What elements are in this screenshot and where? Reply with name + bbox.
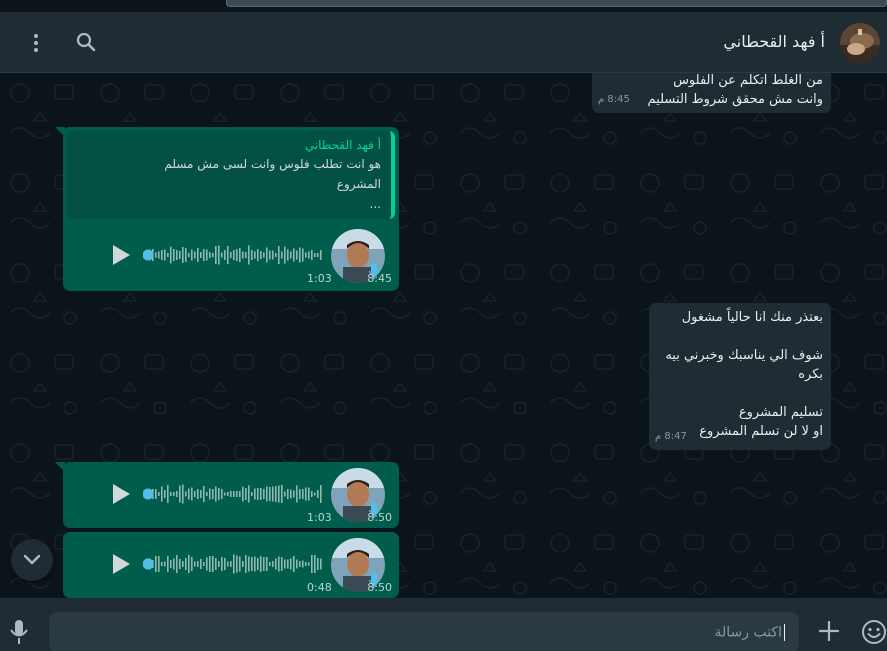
window-top-strip: [0, 0, 887, 12]
vertical-dots-icon: [34, 34, 38, 52]
incoming-voice-message[interactable]: 0:48 8:50: [63, 532, 399, 598]
voice-note: 1:03 8:50: [63, 462, 399, 526]
voice-note: 1:03 8:45: [63, 223, 399, 287]
plus-icon[interactable]: [818, 620, 840, 642]
audio-waveform[interactable]: [143, 480, 325, 508]
menu-button[interactable]: [24, 31, 48, 55]
play-icon[interactable]: [111, 483, 131, 505]
message-time: 8:45: [367, 272, 392, 285]
message-input[interactable]: اكتب رسالة: [49, 612, 799, 651]
voice-duration: 0:48: [307, 581, 332, 594]
outgoing-message[interactable]: من الغلط اتكلم عن الفلوس وانت مش محقق شر…: [592, 73, 831, 113]
contact-name[interactable]: أ فهد القحطاني: [723, 32, 825, 51]
mic-icon[interactable]: [8, 618, 30, 646]
message-time: 8:47 م: [655, 431, 687, 442]
message-placeholder: اكتب رسالة: [714, 624, 782, 641]
chat-area: من الغلط اتكلم عن الفلوس وانت مش محقق شر…: [0, 73, 887, 598]
text-caret: [784, 624, 785, 641]
quoted-text: المشروع: [336, 177, 381, 191]
search-button[interactable]: [74, 30, 98, 54]
quoted-sender: أ فهد القحطاني: [304, 138, 381, 152]
message-text: تسليم المشروع: [738, 405, 823, 420]
outgoing-message[interactable]: بعتذر منك انا حالياً مشغول شوف الي يناسب…: [649, 303, 831, 450]
bubble-tail: [55, 127, 65, 137]
message-time: 8:50: [367, 511, 392, 524]
chevron-down-icon: [23, 554, 41, 565]
audio-waveform[interactable]: [143, 241, 325, 269]
incoming-voice-message[interactable]: 1:03 8:50: [55, 462, 399, 528]
play-icon[interactable]: [111, 244, 131, 266]
play-icon[interactable]: [111, 553, 131, 575]
quoted-message[interactable]: أ فهد القحطاني هو انت تطلب فلوس وانت لسى…: [67, 131, 395, 219]
voice-duration: 1:03: [307, 511, 332, 524]
message-text: بعتذر منك انا حالياً مشغول: [681, 310, 823, 325]
composer-bar: اكتب رسالة: [0, 598, 887, 651]
chat-header: أ فهد القحطاني: [0, 12, 887, 73]
quoted-text: ...: [369, 197, 381, 211]
voice-note: 0:48 8:50: [63, 532, 399, 596]
message-time: 8:50: [367, 581, 392, 594]
scroll-to-bottom-button[interactable]: [11, 539, 53, 581]
quoted-text: هو انت تطلب فلوس وانت لسى مش مسلم: [164, 157, 381, 171]
window-tab-bar: [226, 0, 887, 7]
search-icon: [76, 32, 96, 52]
voice-duration: 1:03: [307, 272, 332, 285]
contact-avatar[interactable]: [840, 23, 880, 63]
message-text: وانت مش محقق شروط التسليم: [647, 92, 823, 107]
message-text: شوف الي يناسبك وخبرني بيه: [665, 348, 823, 363]
message-text: بكره: [798, 367, 823, 382]
emoji-icon[interactable]: [861, 619, 887, 645]
message-text: من الغلط اتكلم عن الفلوس: [673, 73, 823, 88]
audio-waveform[interactable]: [143, 550, 325, 578]
incoming-voice-message[interactable]: أ فهد القحطاني هو انت تطلب فلوس وانت لسى…: [55, 127, 399, 291]
message-time: 8:45 م: [598, 94, 630, 105]
